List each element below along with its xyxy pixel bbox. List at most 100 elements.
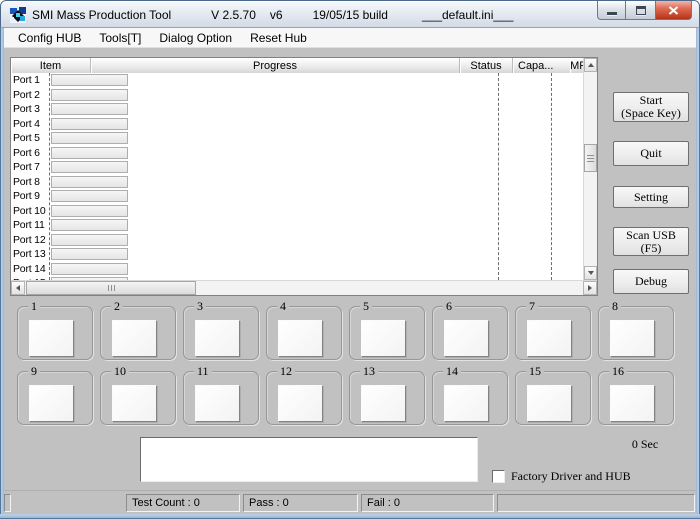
menu-item[interactable]: Dialog Option	[150, 29, 241, 47]
slot-number: 5	[360, 299, 372, 313]
port-row[interactable]: Port 13	[11, 247, 597, 262]
port-label: Port 13	[13, 248, 46, 260]
listview-body: Port 1 Port 2 Port 3 Port 4 Port 5 Port …	[11, 73, 597, 280]
factory-driver-label: Factory Driver and HUB	[511, 469, 631, 483]
setting-button[interactable]: Setting	[613, 186, 689, 208]
menu-item[interactable]: Reset Hub	[241, 29, 316, 47]
maximize-button[interactable]	[626, 1, 655, 20]
slot-number: 15	[526, 364, 544, 378]
slot-indicator	[29, 320, 74, 357]
button-label: Debug	[635, 274, 667, 288]
title-version: V 2.5.70	[211, 8, 256, 22]
close-icon	[668, 5, 679, 15]
port-row[interactable]: Port 1	[11, 73, 597, 88]
slot-number: 8	[609, 299, 621, 313]
slot-groupbox: 13	[349, 364, 425, 425]
slot-indicator	[29, 385, 74, 422]
arrow-left-icon	[16, 285, 20, 291]
slot-groupbox: 6	[432, 299, 508, 360]
slot-groupbox: 14	[432, 364, 508, 425]
scroll-right-button[interactable]	[583, 281, 597, 295]
port-row[interactable]: Port 10	[11, 204, 597, 219]
slot-grid: 1 2 3 4 5 6 7 8 9 10 11 12 13 14 15 16	[17, 299, 674, 425]
minimize-button[interactable]	[597, 1, 626, 20]
window-border-right	[696, 28, 700, 519]
port-label: Port 10	[13, 204, 46, 217]
port-row[interactable]: Port 6	[11, 146, 597, 161]
quit-button[interactable]: Quit	[613, 141, 689, 166]
port-progress-bar	[51, 74, 128, 86]
slot-groupbox: 5	[349, 299, 425, 360]
slot-indicator	[444, 320, 489, 357]
slot-indicator	[195, 385, 240, 422]
status-bar: Test Count : 0 Pass : 0 Fail : 0	[4, 490, 696, 514]
port-row[interactable]: Port 7	[11, 160, 597, 175]
factory-driver-checkbox[interactable]	[492, 470, 505, 483]
slot-groupbox: 1	[17, 299, 93, 360]
port-label: Port 2	[13, 88, 40, 101]
port-row[interactable]: Port 2	[11, 88, 597, 103]
column-header[interactable]: Progress	[91, 58, 460, 73]
slot-indicator	[278, 320, 323, 357]
column-header[interactable]: Status	[460, 58, 513, 73]
port-progress-bar	[51, 117, 128, 130]
start-button[interactable]: Start (Space Key)	[613, 92, 689, 122]
vertical-scroll-thumb[interactable]	[584, 144, 597, 172]
slot-number: 3	[194, 299, 206, 313]
port-row[interactable]: Port 3	[11, 102, 597, 117]
port-row[interactable]: Port 9	[11, 189, 597, 204]
slot-indicator	[195, 320, 240, 357]
slot-groupbox: 10	[100, 364, 176, 425]
port-progress-bar	[51, 132, 128, 144]
port-progress-bar	[51, 204, 128, 217]
app-icon	[10, 7, 26, 23]
close-button[interactable]	[655, 1, 692, 20]
log-textbox[interactable]	[140, 437, 478, 482]
port-row[interactable]: Port 8	[11, 175, 597, 190]
slot-groupbox: 11	[183, 364, 259, 425]
column-header[interactable]: Capa...	[513, 58, 571, 73]
slot-groupbox: 16	[598, 364, 674, 425]
maximize-icon	[635, 5, 646, 15]
slot-number: 14	[443, 364, 461, 378]
app-window: SMI Mass Production Tool V 2.5.70 v6 19/…	[0, 0, 700, 519]
menu-item[interactable]: Tools[T]	[90, 29, 150, 47]
scan-usb-button[interactable]: Scan USB (F5)	[613, 227, 689, 256]
port-row[interactable]: Port 14	[11, 262, 597, 277]
elapsed-time-label: 0 Sec	[631, 437, 659, 451]
slot-number: 1	[28, 299, 40, 313]
menu-item[interactable]: Config HUB	[9, 29, 90, 47]
arrow-down-icon	[587, 271, 594, 275]
port-progress-bar	[51, 219, 128, 231]
title-subversion: v6	[269, 8, 283, 22]
port-row[interactable]: Port 5	[11, 131, 597, 146]
port-progress-bar	[51, 262, 128, 275]
port-label: Port 12	[13, 233, 46, 246]
port-progress-bar	[51, 161, 128, 173]
status-panel: Fail : 0	[361, 494, 494, 512]
port-row[interactable]: Port 4	[11, 117, 597, 132]
port-label: Port 5	[13, 132, 40, 144]
debug-button[interactable]: Debug	[613, 269, 689, 294]
scroll-down-button[interactable]	[584, 266, 597, 280]
slot-indicator	[610, 320, 655, 357]
port-label: Port 14	[13, 262, 46, 275]
scroll-up-button[interactable]	[584, 58, 597, 72]
port-row[interactable]: Port 12	[11, 233, 597, 248]
button-sublabel: (Space Key)	[621, 106, 681, 120]
slot-number: 16	[609, 364, 627, 378]
slot-indicator	[527, 320, 572, 357]
horizontal-scrollbar[interactable]	[11, 280, 597, 295]
scroll-left-button[interactable]	[11, 281, 25, 295]
port-row[interactable]: Port 11	[11, 218, 597, 233]
horizontal-scroll-thumb[interactable]	[26, 281, 196, 295]
arrow-right-icon	[588, 285, 592, 291]
titlebar[interactable]: SMI Mass Production Tool V 2.5.70 v6 19/…	[0, 0, 700, 28]
button-label: Quit	[640, 146, 662, 160]
vertical-scrollbar[interactable]	[583, 58, 597, 280]
column-header[interactable]: Item	[11, 58, 91, 73]
port-label: Port 9	[13, 190, 40, 202]
slot-groupbox: 15	[515, 364, 591, 425]
port-progress-bar	[51, 190, 128, 202]
menu-bar: Config HUB Tools[T] Dialog Option Reset Hub	[4, 28, 696, 48]
